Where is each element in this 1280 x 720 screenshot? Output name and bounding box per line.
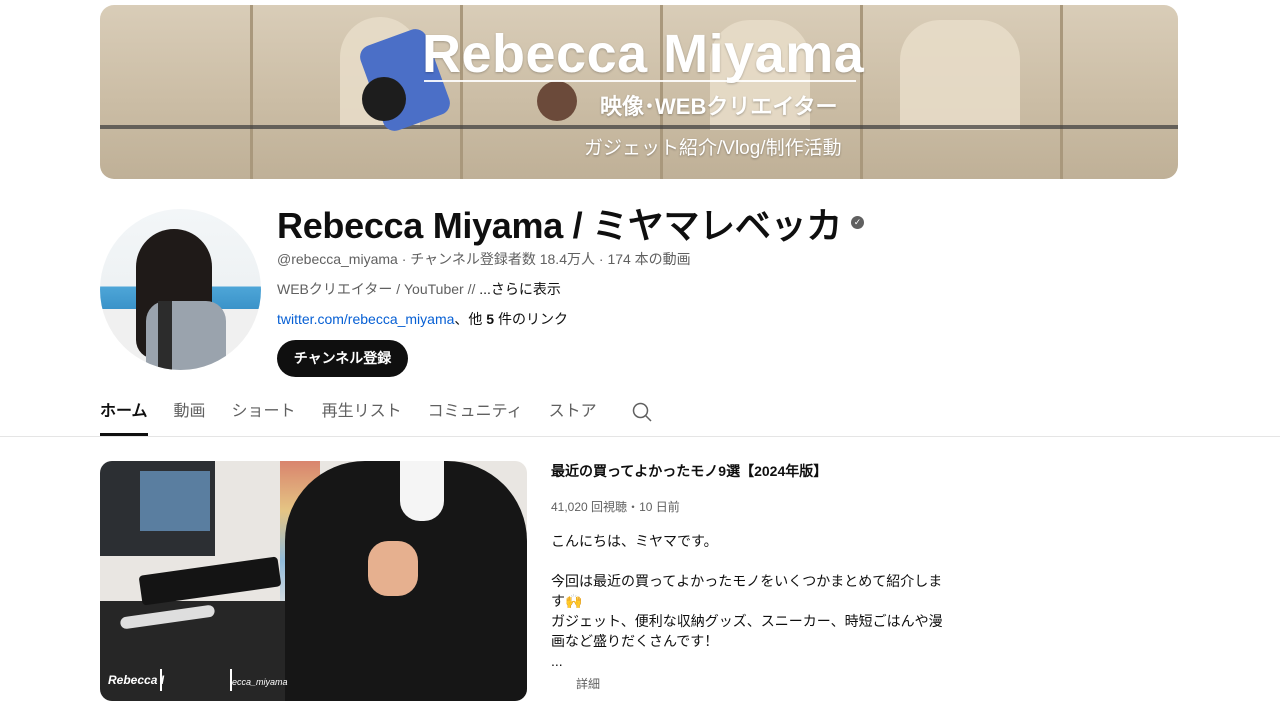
description-line: ...: [551, 653, 563, 669]
search-icon-glyph: [632, 402, 652, 422]
links-count[interactable]: 5: [486, 311, 494, 327]
meta-separator: ·: [598, 251, 604, 267]
meta-separator: ·: [401, 251, 407, 267]
banner-decor: [250, 5, 253, 179]
description-line: 今回は最近の買ってよかったモノをいくつかまとめて紹介しま: [551, 573, 943, 589]
thumbnail-watermark: Rebecca I: [108, 673, 165, 687]
thumbnail-decor: [368, 541, 418, 596]
banner-title: Rebecca Miyama: [422, 24, 865, 84]
featured-video-meta: 41,020 回視聴・10 日前: [551, 498, 680, 515]
meta-separator: ・: [627, 500, 640, 514]
channel-name: Rebecca Miyama / ミヤマレベッカ: [277, 205, 842, 246]
video-count: 174 本の動画: [607, 251, 691, 267]
banner-decor: [1060, 5, 1063, 179]
banner-subtitle: 映像･WEBクリエイター: [600, 94, 838, 119]
channel-description[interactable]: WEBクリエイター / YouTuber // ...さらに表示: [277, 279, 561, 299]
show-more-link[interactable]: ...さらに表示: [479, 281, 561, 297]
links-suffix: 件のリンク: [494, 311, 568, 327]
subscriber-count: チャンネル登録者数 18.4万人: [410, 251, 595, 267]
twitter-link[interactable]: twitter.com/rebecca_miyama: [277, 311, 454, 327]
banner-underline: [424, 80, 856, 82]
channel-links: twitter.com/rebecca_miyama、他 5 件のリンク: [277, 309, 568, 329]
description-line: 画など盛りだくさんです！: [551, 633, 719, 649]
description-text: WEBクリエイター / YouTuber //: [277, 281, 480, 297]
banner-tagline: ガジェット紹介/Vlog/制作活動: [584, 138, 842, 159]
description-gap: [551, 551, 951, 571]
verified-check-icon: ✓: [851, 216, 864, 229]
description-line: ガジェット、便利な収納グッズ、スニーカー、時短ごはんや漫: [551, 613, 943, 629]
avatar-decor: [158, 301, 172, 370]
thumbnail-watermark-handle: ecca_miyama: [232, 677, 288, 687]
tab-community[interactable]: コミュニティ: [428, 392, 523, 436]
thumbnail-decor: [138, 556, 282, 606]
tab-home[interactable]: ホーム: [100, 392, 148, 436]
details-link[interactable]: 詳細: [576, 675, 600, 692]
search-icon[interactable]: [631, 401, 653, 423]
thumbnail-decor: [400, 461, 444, 521]
description-line: こんにちは、ミヤマです。: [551, 533, 718, 549]
tab-playlists[interactable]: 再生リスト: [322, 392, 402, 436]
banner-decor: [362, 77, 406, 121]
channel-meta: @rebecca_miyama · チャンネル登録者数 18.4万人 · 174…: [277, 249, 691, 269]
banner-decor: [537, 81, 577, 121]
description-line: す🙌: [551, 593, 583, 609]
banner-decor: [900, 20, 1020, 130]
tab-shorts[interactable]: ショート: [232, 392, 296, 436]
tabs-divider: [0, 436, 1280, 437]
tab-videos[interactable]: 動画: [174, 392, 206, 436]
channel-banner: Rebecca Miyama 映像･WEBクリエイター ガジェット紹介/Vlog…: [100, 5, 1178, 179]
channel-avatar[interactable]: [100, 209, 261, 370]
tab-store[interactable]: ストア: [549, 392, 597, 436]
channel-tabs: ホーム 動画 ショート 再生リスト コミュニティ ストア: [100, 392, 653, 436]
featured-video-description: こんにちは、ミヤマです。 今回は最近の買ってよかったモノをいくつかまとめて紹介し…: [551, 531, 951, 671]
featured-video-thumbnail[interactable]: Rebecca I ecca_miyama: [100, 461, 527, 701]
subscribe-button[interactable]: チャンネル登録: [277, 340, 408, 377]
channel-handle: @rebecca_miyama: [277, 251, 398, 267]
view-count: 41,020 回視聴: [551, 500, 628, 514]
featured-video-title[interactable]: 最近の買ってよかったモノ9選【2024年版】: [551, 461, 827, 481]
links-prefix: 、他: [454, 311, 487, 327]
upload-age: 10 日前: [639, 500, 680, 514]
thumbnail-decor: [140, 471, 210, 531]
banner-decor: [100, 125, 1178, 129]
